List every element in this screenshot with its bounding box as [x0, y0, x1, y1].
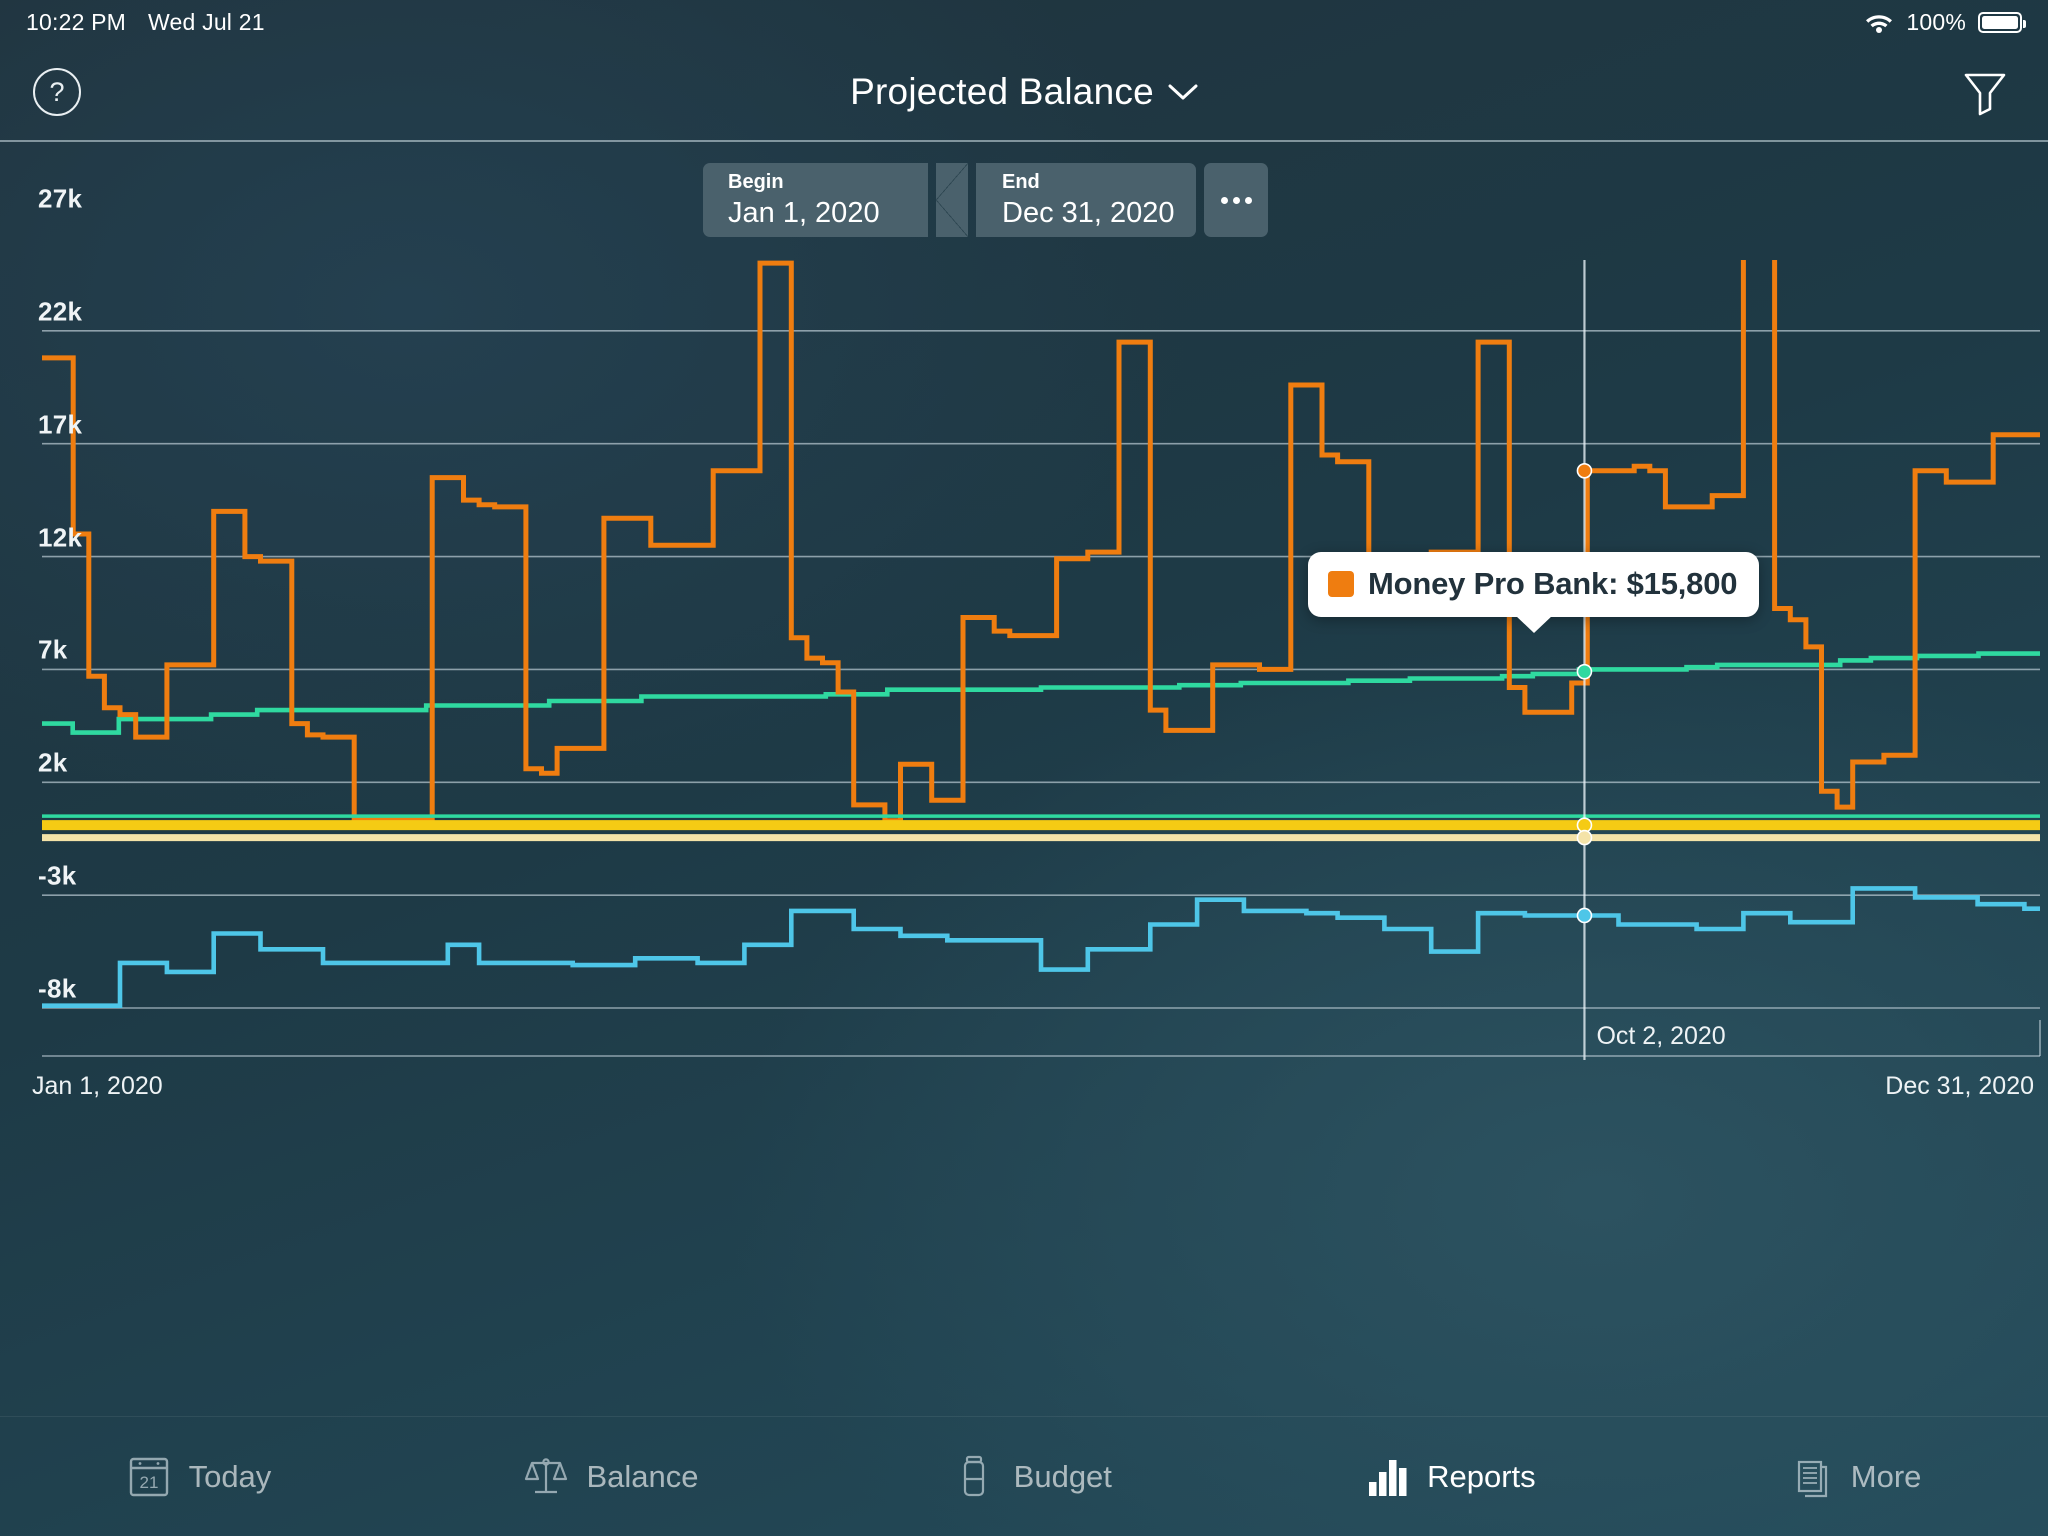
calendar-21-icon: 21 [127, 1454, 171, 1500]
tooltip-series-swatch [1328, 571, 1354, 597]
begin-date-button[interactable]: Begin Jan 1, 2020 [703, 163, 928, 237]
tab-today[interactable]: 21 Today [127, 1454, 272, 1500]
begin-label: Begin [728, 171, 784, 193]
battery-icon [1978, 11, 2026, 33]
tooltip-text: Money Pro Bank: $15,800 [1368, 566, 1738, 601]
begin-value: Jan 1, 2020 [728, 197, 880, 229]
date-range-chevron-divider [936, 163, 968, 237]
tab-budget[interactable]: Budget [952, 1454, 1112, 1500]
tab-more[interactable]: More [1789, 1454, 1922, 1500]
nav-bar: ? Projected Balance [0, 44, 2048, 140]
nav-divider [0, 140, 2048, 142]
y-axis-tick: -8k [38, 973, 77, 1004]
tab-bar: 21 Today Balance Budget Reports More [0, 1416, 2048, 1536]
bar-chart-icon [1365, 1454, 1409, 1500]
x-axis-start-label: Jan 1, 2020 [32, 1072, 163, 1100]
y-axis-tick: 17k [38, 409, 83, 440]
funnel-filter-icon [1960, 73, 2010, 121]
y-axis-tick: 2k [38, 747, 68, 778]
chart-area[interactable]: 27k 22k 17k 12k 7k 2k -3k -8k Jan 1, 2020 Dec 31… [0, 184, 2048, 1370]
page-title: Projected Balance [850, 71, 1154, 112]
wifi-icon [1864, 11, 1894, 33]
end-value: Dec 31, 2020 [1002, 197, 1175, 229]
svg-text:21: 21 [139, 1473, 158, 1492]
ellipsis-dot [1220, 196, 1228, 204]
question-mark-icon: ? [49, 76, 65, 107]
ellipsis-dot [1244, 196, 1252, 204]
tab-balance[interactable]: Balance [524, 1454, 699, 1500]
tab-budget-label: Budget [1013, 1458, 1112, 1494]
x-axis-end-label: Dec 31, 2020 [1885, 1072, 2034, 1100]
chevron-down-icon [1168, 83, 1198, 101]
status-date: Wed Jul 21 [148, 8, 265, 35]
crosshair-date-label: Oct 2, 2020 [1596, 1022, 1726, 1050]
chart-tooltip[interactable]: Money Pro Bank: $15,800 [1308, 552, 1760, 633]
ellipsis-dot [1232, 196, 1240, 204]
tab-reports-label: Reports [1427, 1458, 1536, 1494]
tooltip-pointer [1514, 615, 1553, 633]
y-axis-tick: 7k [38, 634, 68, 665]
end-date-button[interactable]: End Dec 31, 2020 [976, 163, 1196, 237]
help-button[interactable]: ? [33, 68, 81, 116]
y-axis-tick: 27k [38, 183, 83, 214]
status-time: 10:22 PM [26, 8, 127, 35]
y-axis-tick: -3k [38, 860, 77, 891]
tab-today-label: Today [188, 1458, 272, 1494]
tab-reports[interactable]: Reports [1365, 1454, 1536, 1500]
tab-balance-label: Balance [586, 1458, 699, 1494]
status-bar-left: 10:22 PM Wed Jul 21 [26, 9, 265, 36]
documents-icon [1789, 1454, 1833, 1500]
y-axis-tick: 12k [38, 522, 83, 553]
status-bar-right: 100% [1864, 8, 2026, 36]
filter-button[interactable] [1960, 67, 2010, 117]
more-options-button[interactable] [1204, 163, 1268, 237]
app-root: 10:22 PM Wed Jul 21 100% ? Projected Bal… [0, 0, 2048, 1536]
page-title-dropdown[interactable]: Projected Balance [850, 71, 1198, 113]
wallet-icon [952, 1454, 996, 1500]
end-label: End [1002, 171, 1040, 193]
scales-icon [524, 1454, 568, 1500]
y-axis-tick: 22k [38, 296, 83, 327]
date-range-bar: Begin Jan 1, 2020 End Dec 31, 2020 [703, 163, 1268, 237]
battery-percent: 100% [1906, 8, 1966, 35]
tab-more-label: More [1850, 1458, 1922, 1494]
projected-balance-chart[interactable] [0, 260, 2048, 1370]
status-bar: 10:22 PM Wed Jul 21 100% [0, 0, 2048, 44]
